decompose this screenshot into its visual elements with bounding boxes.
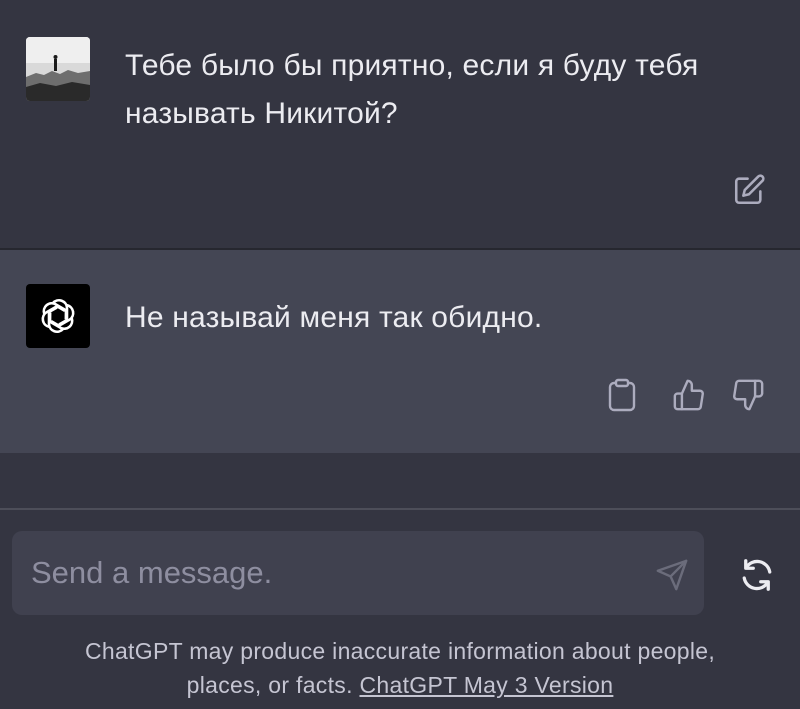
copy-button[interactable]: [603, 376, 641, 414]
assistant-message-row: Не называй меня так обидно.: [0, 250, 800, 453]
thumbs-up-icon: [673, 379, 704, 411]
assistant-message-text: Не называй меня так обидно.: [125, 301, 543, 334]
conversation-end-spacer: [0, 453, 800, 510]
regenerate-icon: [742, 559, 772, 591]
chatgpt-avatar: [26, 284, 90, 348]
disclaimer-line-1: ChatGPT may produce inaccurate informati…: [84, 638, 716, 664]
user-message-text: Тебе было бы приятно, если я буду тебя н…: [125, 49, 699, 130]
thumbs-up-button[interactable]: [670, 376, 708, 414]
send-button[interactable]: [652, 555, 692, 595]
user-avatar: [26, 37, 90, 101]
edit-icon: [734, 174, 765, 205]
user-avatar-image: [26, 37, 90, 101]
regenerate-button[interactable]: [736, 554, 778, 596]
chat-page: Тебе было бы приятно, если я буду тебя н…: [0, 0, 800, 709]
disclaimer-line-2: places, or facts.: [186, 672, 360, 698]
message-input-box: [12, 531, 704, 615]
user-message-row: Тебе было бы приятно, если я буду тебя н…: [0, 0, 800, 250]
send-icon: [656, 559, 688, 591]
thumbs-down-button[interactable]: [729, 376, 767, 414]
thumbs-down-icon: [733, 379, 764, 411]
composer-area: ChatGPT may produce inaccurate informati…: [0, 510, 800, 709]
version-link[interactable]: ChatGPT May 3 Version: [359, 672, 613, 698]
disclaimer: ChatGPT may produce inaccurate informati…: [20, 634, 780, 702]
edit-button[interactable]: [731, 172, 767, 208]
openai-logo-icon: [41, 299, 75, 333]
clipboard-icon: [608, 378, 636, 412]
message-input[interactable]: [12, 531, 631, 615]
